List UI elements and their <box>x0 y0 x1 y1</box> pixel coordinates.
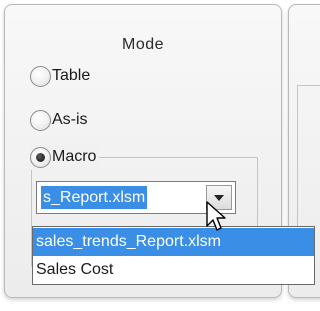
dropdown-option-sales-cost[interactable]: Sales Cost <box>33 256 314 284</box>
radio-as-is[interactable]: As-is <box>30 107 88 133</box>
radio-table-label: Table <box>52 67 91 84</box>
mode-title: Mode <box>121 36 165 53</box>
radio-macro[interactable]: Macro <box>30 144 100 170</box>
radio-macro-button[interactable] <box>30 146 51 168</box>
radio-table[interactable]: Table <box>30 63 90 89</box>
radio-table-button[interactable] <box>30 65 51 87</box>
radio-as-is-label: As-is <box>52 111 88 128</box>
combo-dropdown-list[interactable]: sales_trends_Report.xlsm Sales Cost <box>32 226 315 285</box>
radio-as-is-button[interactable] <box>30 109 51 131</box>
radio-macro-label: Macro <box>52 148 97 165</box>
mouse-pointer-icon <box>206 201 226 231</box>
combo-selected-text[interactable]: s_Report.xlsm <box>41 186 148 209</box>
dropdown-option-sales-trends[interactable]: sales_trends_Report.xlsm <box>33 228 314 256</box>
